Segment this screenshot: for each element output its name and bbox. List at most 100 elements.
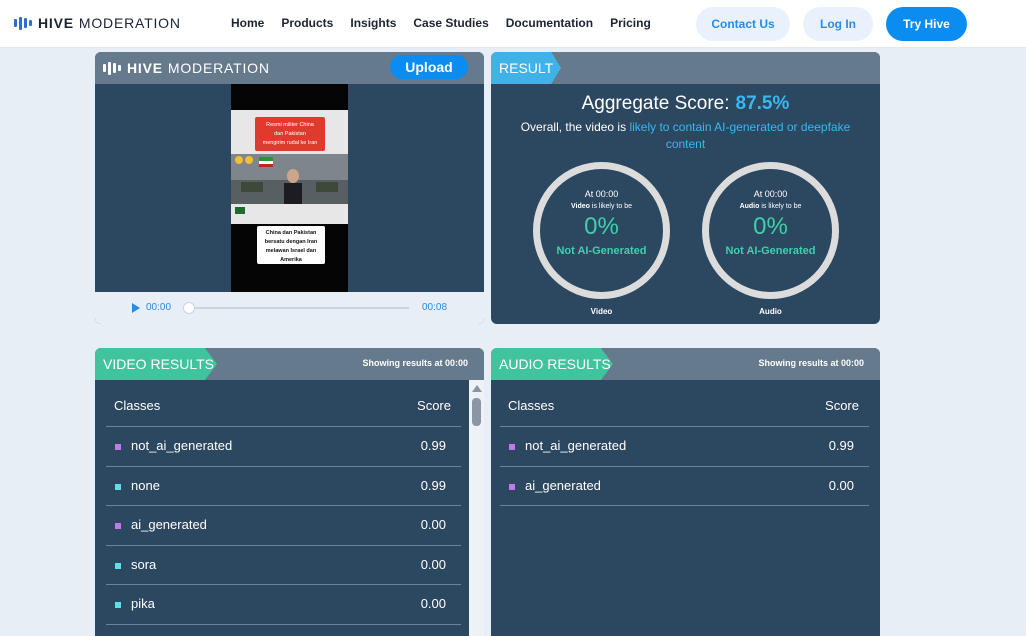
classes-column-header: Classes <box>114 398 161 413</box>
table-row: ai_generated 0.00 <box>106 505 461 545</box>
class-score: 0.99 <box>420 438 446 453</box>
scroll-up-arrow-icon[interactable] <box>472 385 482 392</box>
audio-gauge-label: Audio <box>759 307 782 316</box>
video-caption-bottom-line-4: Amerika <box>280 257 303 263</box>
audio-gauge-likely: is likely to be <box>761 203 802 210</box>
hive-logo[interactable]: HIVE MODERATION <box>14 15 181 31</box>
seek-bar[interactable] <box>187 307 409 309</box>
nav-link-documentation[interactable]: Documentation <box>506 16 593 30</box>
top-navigation: HIVE MODERATION Home Products Insights C… <box>0 0 1026 48</box>
video-gauge-percent: 0% <box>584 213 619 240</box>
class-score: 0.00 <box>420 517 446 532</box>
play-icon[interactable] <box>132 303 140 313</box>
video-thumbnail: Resmi militer China dan Pakistan mengiri… <box>231 84 348 292</box>
score-column-header: Score <box>825 398 859 413</box>
class-score: 0.00 <box>420 596 446 611</box>
duration-time: 00:08 <box>422 302 448 313</box>
video-preview[interactable]: Resmi militer China dan Pakistan mengiri… <box>231 84 348 292</box>
video-caption-bottom-line-2: bersatu dengan Iran <box>265 239 318 245</box>
table-row <box>500 505 869 506</box>
class-color-swatch <box>115 483 121 490</box>
class-score: 0.00 <box>828 477 854 493</box>
seek-handle[interactable] <box>183 302 195 314</box>
video-results-showing: Showing results at 00:00 <box>362 358 468 368</box>
video-caption-bottom-line-3: melawan Israel dan <box>266 248 317 254</box>
audio-gauge-subject: Audio <box>739 203 760 210</box>
nav-link-home[interactable]: Home <box>231 16 264 30</box>
video-results-tag: VIDEO RESULTS <box>95 348 217 380</box>
class-color-swatch <box>115 523 121 529</box>
hive-bars-icon <box>103 61 121 75</box>
brand-light: MODERATION <box>78 15 181 31</box>
overall-prefix: Overall, the video is <box>520 120 627 134</box>
video-caption-top-line-2: dan Pakistan <box>274 131 306 137</box>
overall-highlight: likely to contain AI-generated or deepfa… <box>629 120 851 151</box>
class-color-swatch <box>115 562 121 569</box>
contact-us-button[interactable]: Contact Us <box>696 7 790 41</box>
class-color-swatch <box>509 483 515 490</box>
class-score: 0.00 <box>420 556 446 572</box>
nav-link-case-studies[interactable]: Case Studies <box>413 16 488 30</box>
class-name: none <box>131 477 160 493</box>
aggregate-score: Aggregate Score: 87.5% <box>491 93 880 115</box>
result-panel: RESULT Aggregate Score: 87.5% Overall, th… <box>491 52 880 324</box>
video-results-scrollbar[interactable] <box>469 380 484 636</box>
video-player-controls: 00:00 00:08 <box>95 292 484 324</box>
video-gauge-time: At 00:00 <box>584 189 619 199</box>
video-gauge-label: Video <box>590 307 613 316</box>
try-hive-button[interactable]: Try Hive <box>886 7 967 41</box>
brand-strong: HIVE <box>38 15 74 31</box>
result-tag: RESULT <box>491 52 561 84</box>
audio-gauge-time: At 00:00 <box>753 189 788 199</box>
audio-results-showing: Showing results at 00:00 <box>758 358 864 368</box>
video-gauge-likely: is likely to be <box>591 203 632 210</box>
class-color-swatch <box>115 444 121 450</box>
class-name: pika <box>131 596 155 611</box>
upload-panel: HIVE MODERATION Upload Resmi militer Chi… <box>95 52 484 324</box>
video-caption-top-line-3: mengirim rudal ke Iran <box>263 140 318 146</box>
class-name: sora <box>131 556 157 572</box>
aggregate-score-value: 87.5% <box>735 93 790 114</box>
class-name: not_ai_generated <box>131 438 233 453</box>
video-caption-top-line-1: Resmi militer China <box>266 122 315 128</box>
log-in-button[interactable]: Log In <box>803 7 873 41</box>
audio-gauge-verdict: Not AI-Generated <box>725 245 816 257</box>
audio-results-panel: AUDIO RESULTS Showing results at 00:00 C… <box>491 348 880 636</box>
score-column-header: Score <box>417 398 451 413</box>
class-color-swatch <box>509 444 515 450</box>
table-row: none 0.99 <box>106 465 461 506</box>
table-row: not_ai_generated 0.99 <box>500 426 869 466</box>
class-score: 0.99 <box>828 438 854 453</box>
video-results-rows: not_ai_generated 0.99 none 0.99 ai_gener… <box>106 426 461 636</box>
overall-verdict: Overall, the video is likely to contain … <box>501 119 870 153</box>
table-row: ai_generated 0.00 <box>500 465 869 506</box>
video-gauge-subtitle: Video is likely to be <box>540 203 663 210</box>
table-row: sora 0.00 <box>106 544 461 585</box>
nav-link-insights[interactable]: Insights <box>350 16 396 30</box>
audio-results-tag: AUDIO RESULTS <box>491 348 613 380</box>
video-caption-bottom-line-1: China dan Pakistan <box>266 230 317 236</box>
upload-button[interactable]: Upload <box>390 55 468 79</box>
class-name: not_ai_generated <box>525 438 627 453</box>
video-gauge: At 00:00 Video is likely to be 0% Not AI… <box>533 162 670 299</box>
classes-column-header: Classes <box>508 398 555 413</box>
video-results-panel: VIDEO RESULTS Showing results at 00:00 C… <box>95 348 484 636</box>
table-row <box>106 623 461 636</box>
audio-results-rows: not_ai_generated 0.99 ai_generated 0.00 <box>500 426 869 506</box>
panel-brand-strong: HIVE <box>127 60 163 76</box>
audio-gauge-percent: 0% <box>753 213 788 240</box>
nav-link-pricing[interactable]: Pricing <box>610 16 651 30</box>
video-gauge-verdict: Not AI-Generated <box>556 245 647 257</box>
audio-gauge-subtitle: Audio is likely to be <box>709 203 832 210</box>
class-name: ai_generated <box>131 517 207 532</box>
nav-link-products[interactable]: Products <box>281 16 333 30</box>
scrollbar-thumb[interactable] <box>472 398 481 426</box>
class-score: 0.99 <box>420 477 446 493</box>
video-gauge-subject: Video <box>571 203 590 210</box>
class-color-swatch <box>115 602 121 608</box>
nav-links: Home Products Insights Case Studies Docu… <box>231 16 668 30</box>
current-time: 00:00 <box>146 302 172 313</box>
aggregate-score-label: Aggregate Score: <box>581 93 730 114</box>
panel-hive-logo: HIVE MODERATION <box>103 60 270 76</box>
table-row: not_ai_generated 0.99 <box>106 426 461 466</box>
